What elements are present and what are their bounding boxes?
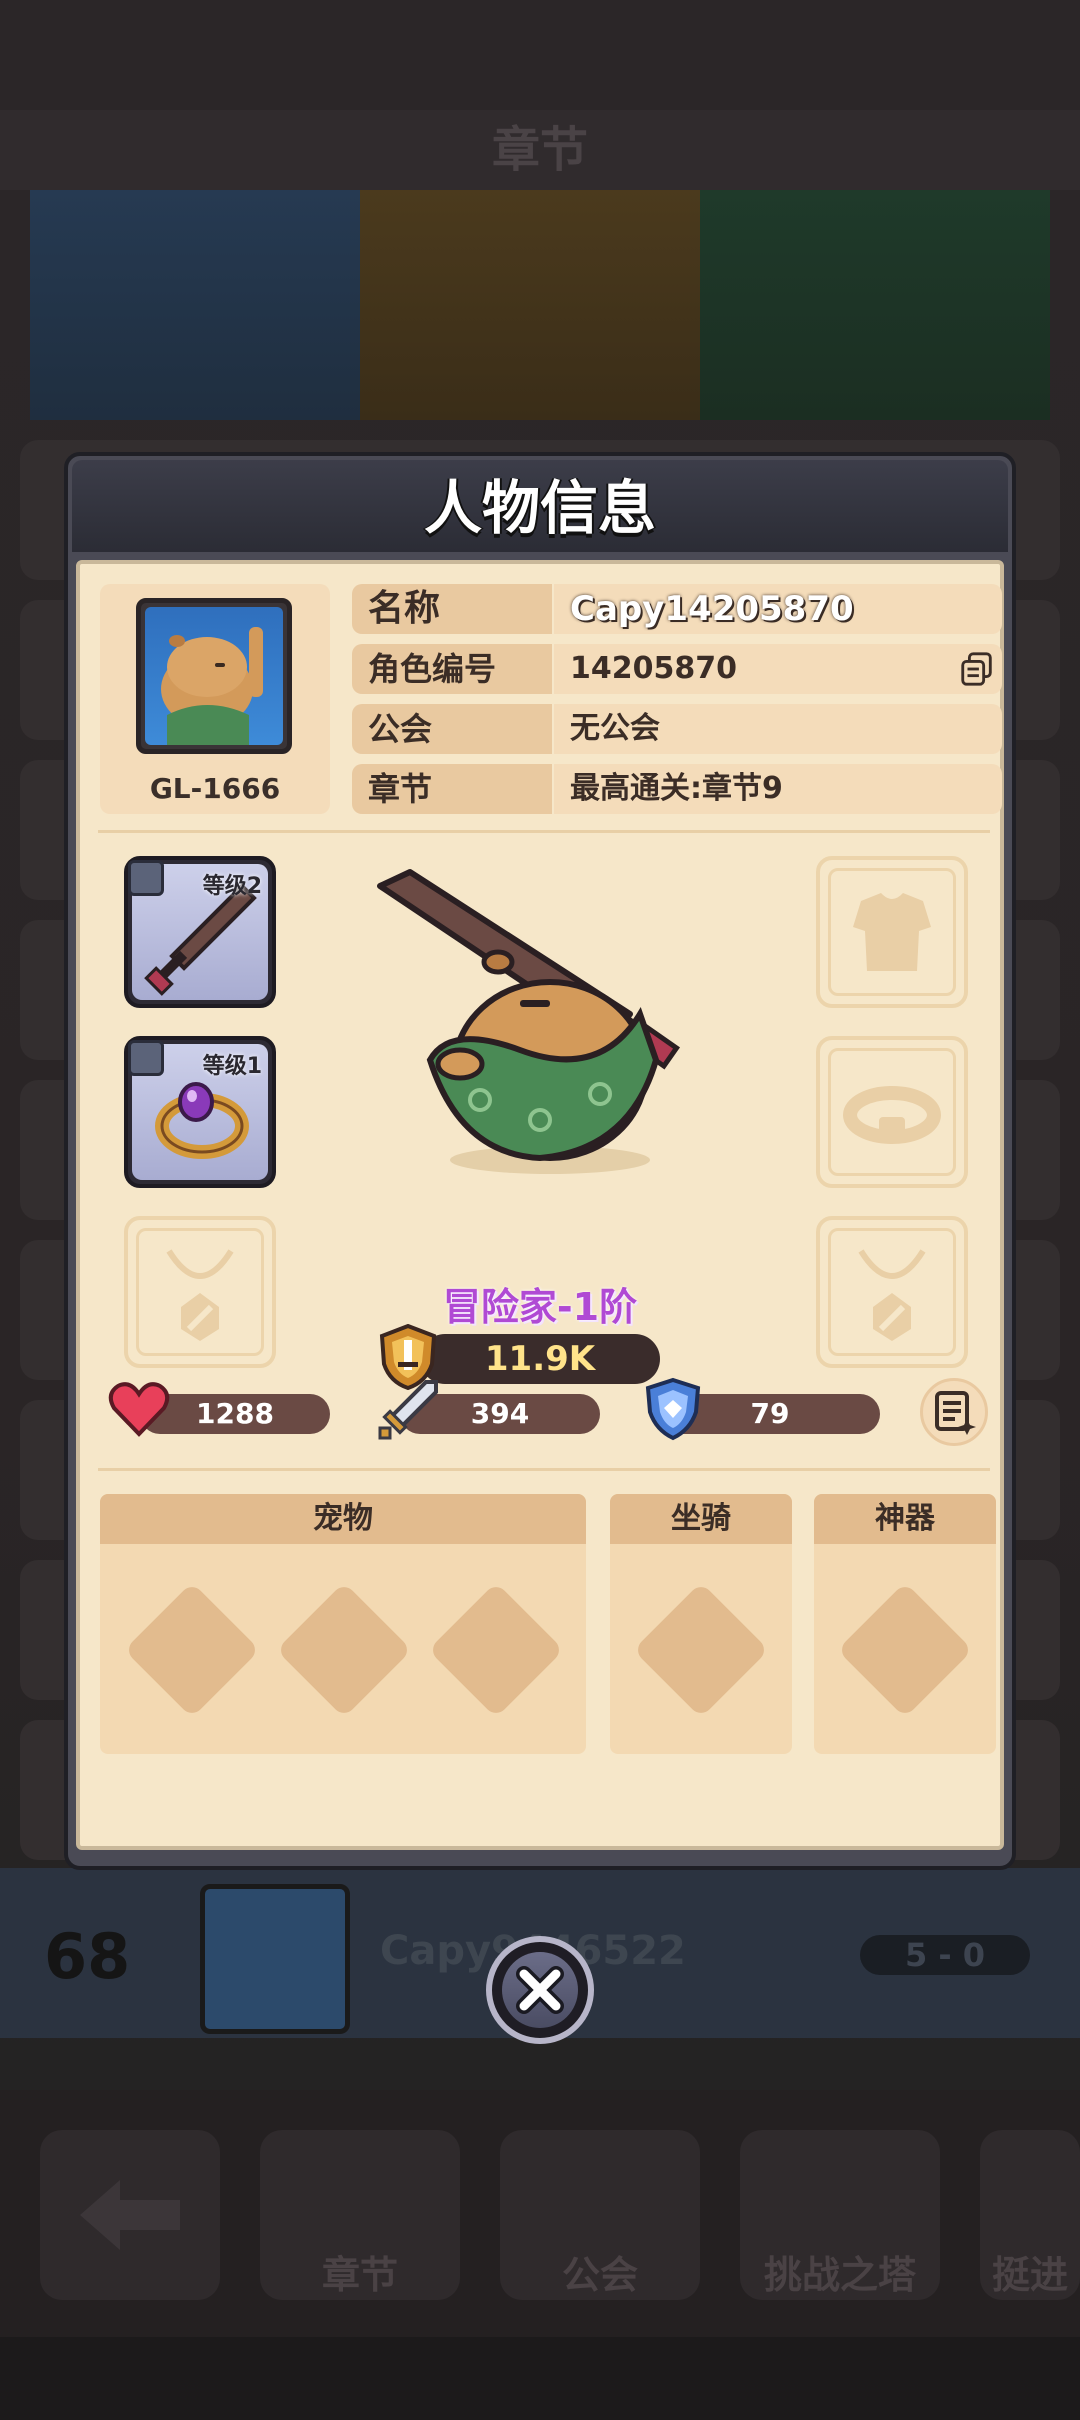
- dialog-title: 人物信息: [423, 474, 656, 542]
- sword-icon: [378, 1380, 438, 1440]
- divider: [98, 1468, 990, 1471]
- avatar-level: GL-1666: [149, 772, 281, 805]
- back-button: [40, 2130, 220, 2300]
- close-button[interactable]: [486, 1936, 594, 2044]
- background-chapter-card: [360, 190, 720, 420]
- avatar: [136, 598, 292, 754]
- class-name: 冒险家-1阶: [442, 1285, 638, 1329]
- info-label: 角色编号: [352, 644, 552, 694]
- character-info-dialog: 人物信息 GL-1666 名称 Capy14205870 角色编号 142058…: [64, 452, 1016, 1870]
- mount-slot[interactable]: [633, 1582, 769, 1718]
- mount-panel: 坐骑: [610, 1494, 792, 1754]
- info-label: 章节: [352, 764, 552, 814]
- armor-slot[interactable]: [816, 856, 968, 1008]
- info-value: Capy14205870: [554, 584, 1002, 634]
- list-detail-icon: [935, 1391, 976, 1435]
- belt-icon: [843, 1086, 941, 1144]
- shield-icon: [645, 1377, 701, 1441]
- nav-chapter: 章节: [260, 2130, 460, 2300]
- weapon-slot[interactable]: 等级2: [124, 856, 276, 1008]
- info-label: 名称: [352, 584, 552, 634]
- artifact-slot[interactable]: [837, 1582, 973, 1718]
- background-chapter-card: [700, 190, 1050, 420]
- info-row-id: 角色编号 14205870: [352, 644, 1002, 694]
- pet-slot[interactable]: [124, 1582, 260, 1718]
- capybara-avatar-icon: [161, 627, 263, 745]
- character-id: 14205870: [570, 651, 737, 686]
- info-row-name: 名称 Capy14205870: [352, 584, 1002, 634]
- weapon-tag-icon: [128, 860, 164, 896]
- nav-guild: 公会: [500, 2130, 700, 2300]
- combat-power: 11.9K: [420, 1334, 660, 1384]
- mount-panel-title: 坐骑: [610, 1494, 792, 1544]
- background-chapter-card: [30, 190, 390, 420]
- artifact-panel: 神器: [814, 1494, 996, 1754]
- background-header-title: 章节: [0, 110, 1080, 190]
- my-score: 5 - 0: [860, 1935, 1030, 1975]
- pet-panel: 宠物: [100, 1494, 586, 1754]
- ring-level: 等级1: [202, 1054, 262, 1079]
- pet-slot[interactable]: [276, 1582, 412, 1718]
- heart-icon: [108, 1382, 170, 1437]
- pet-slot[interactable]: [428, 1582, 564, 1718]
- artifact-panel-title: 神器: [814, 1494, 996, 1544]
- info-row-guild: 公会 无公会: [352, 704, 1002, 754]
- belt-slot[interactable]: [816, 1036, 968, 1188]
- info-row-chapter: 章节 最高通关:章节9: [352, 764, 1002, 814]
- weapon-level: 等级2: [202, 874, 262, 899]
- avatar-card[interactable]: GL-1666: [100, 584, 330, 814]
- info-value: 14205870: [554, 644, 1002, 694]
- copy-icon[interactable]: [958, 650, 996, 688]
- my-rank: 68: [44, 1920, 131, 1993]
- capybara-character-icon: [377, 869, 680, 1174]
- info-value: 无公会: [554, 704, 1002, 754]
- divider: [98, 830, 990, 833]
- ring-tag-icon: [128, 1040, 164, 1076]
- info-label: 公会: [352, 704, 552, 754]
- close-icon: [516, 1966, 564, 2014]
- dialog-title-bar: 人物信息: [72, 460, 1008, 552]
- back-arrow-icon: [80, 2180, 180, 2250]
- ring-slot[interactable]: 等级1: [124, 1036, 276, 1188]
- armor-icon: [853, 893, 931, 971]
- dialog-body: GL-1666 名称 Capy14205870 角色编号 14205870 公会…: [76, 560, 1004, 1850]
- info-value: 最高通关:章节9: [554, 764, 1002, 814]
- pet-panel-title: 宠物: [100, 1494, 586, 1544]
- stats-detail-button[interactable]: [920, 1378, 988, 1446]
- nav-advance: 挺进: [980, 2130, 1080, 2300]
- nav-tower: 挑战之塔: [740, 2130, 940, 2300]
